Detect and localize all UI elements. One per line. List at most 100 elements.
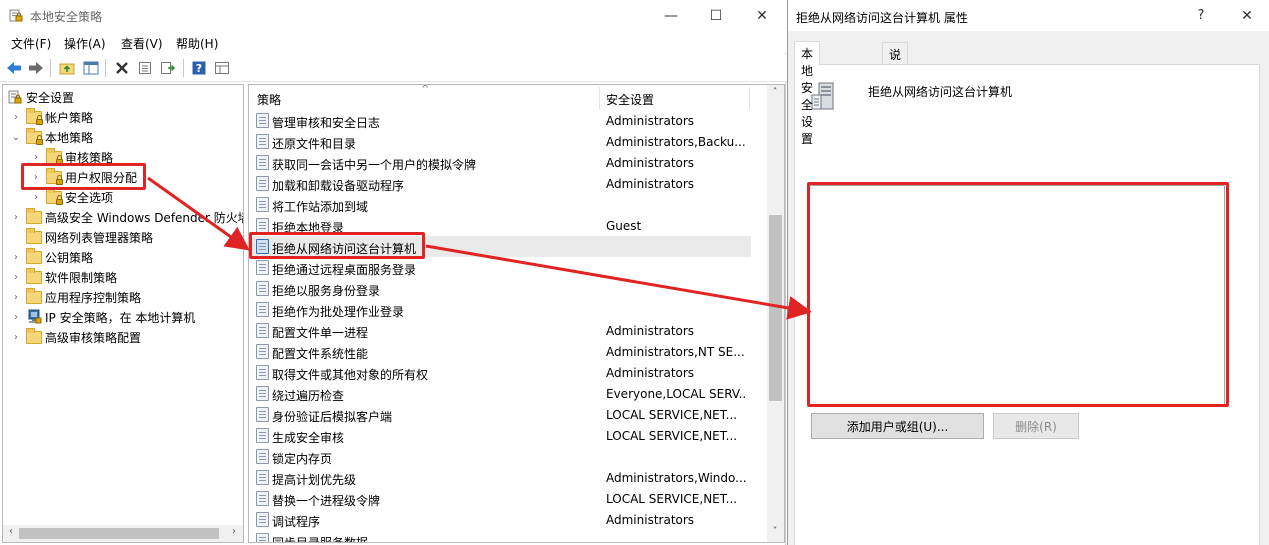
local-security-policy-app-icon	[9, 9, 23, 22]
column-separator[interactable]	[749, 87, 750, 109]
help-button[interactable]: ?	[189, 58, 209, 78]
policy-row[interactable]: 配置文件系统性能 Administrators,NT SE...	[249, 341, 751, 362]
users-groups-list[interactable]	[809, 185, 1225, 406]
policy-security-setting: LOCAL SERVICE,NET...	[606, 429, 738, 443]
menu-action[interactable]: 操作(A)	[64, 35, 106, 52]
policy-icon	[256, 407, 269, 422]
maximize-icon: ☐	[709, 7, 723, 24]
dialog-close-button[interactable]: ✕	[1224, 0, 1269, 31]
view-button[interactable]	[212, 58, 232, 78]
export-list-button[interactable]	[158, 58, 178, 78]
tree-item[interactable]: › 软件限制策略	[10, 267, 117, 287]
policy-icon	[256, 365, 269, 380]
tree-item[interactable]: › IP 安全策略，在 本地计算机	[10, 307, 195, 327]
policy-name: 配置文件系统性能	[272, 347, 369, 361]
policy-row[interactable]: 获取同一会话中另一个用户的模拟令牌 Administrators	[249, 152, 751, 173]
remove-button[interactable]: 删除(R)	[993, 413, 1079, 439]
policy-icon	[256, 113, 269, 128]
policy-row[interactable]: 还原文件和目录 Administrators,Backu...	[249, 131, 751, 152]
policy-row[interactable]: 身份验证后模拟客户端 LOCAL SERVICE,NET...	[249, 404, 751, 425]
policy-row[interactable]: 调试程序 Administrators	[249, 509, 751, 530]
up-folder-button[interactable]	[57, 58, 77, 78]
tree-item[interactable]: › 帐户策略	[10, 107, 93, 127]
tree-item[interactable]: › 用户权限分配	[30, 167, 137, 187]
policy-security-setting: Administrators	[606, 114, 695, 128]
scrollbar-thumb[interactable]	[19, 528, 219, 539]
tree-item[interactable]: ⌄ 本地策略	[10, 127, 93, 147]
tree-item-label: 安全选项	[65, 190, 114, 205]
tree-item[interactable]: › 高级安全 Windows Defender 防火墙	[10, 207, 243, 227]
forward-button[interactable]	[26, 58, 46, 78]
dialog-policy-name: 拒绝从网络访问这台计算机	[868, 85, 1013, 99]
scroll-up-icon[interactable]: ˄	[768, 87, 782, 101]
policy-security-setting: Administrators,NT SE...	[606, 345, 745, 359]
delete-button[interactable]	[112, 58, 132, 78]
expand-chevron-icon[interactable]: ›	[10, 331, 22, 343]
tree-item[interactable]: › 安全选项	[30, 187, 113, 207]
policy-security-setting: Administrators,Backu...	[606, 135, 746, 149]
dialog-help-button[interactable]: ?	[1178, 0, 1224, 31]
expand-chevron-icon[interactable]: ›	[10, 111, 22, 123]
policy-row[interactable]: 将工作站添加到域	[249, 194, 751, 215]
tree-item-label: 安全设置	[26, 90, 75, 105]
expand-chevron-icon[interactable]: ›	[30, 171, 42, 183]
column-separator[interactable]	[599, 87, 600, 109]
policy-row[interactable]: 生成安全审核 LOCAL SERVICE,NET...	[249, 425, 751, 446]
policy-row[interactable]: 加载和卸载设备驱动程序 Administrators	[249, 173, 751, 194]
list-vertical-scrollbar[interactable]: ˄ ˅	[767, 85, 784, 542]
scrollbar-thumb[interactable]	[769, 215, 782, 401]
close-button[interactable]: ✕	[739, 0, 785, 31]
minimize-button[interactable]: —	[648, 0, 694, 31]
policy-row[interactable]: 替换一个进程级令牌 LOCAL SERVICE,NET...	[249, 488, 751, 509]
menu-view[interactable]: 查看(V)	[121, 35, 163, 52]
policy-row[interactable]: 拒绝本地登录 Guest	[249, 215, 751, 236]
close-icon: ✕	[756, 7, 768, 24]
tree-item[interactable]: › 高级审核策略配置	[10, 327, 141, 347]
tree-item[interactable]: 网络列表管理器策略	[10, 227, 153, 247]
policy-row[interactable]: 拒绝通过远程桌面服务登录	[249, 257, 751, 278]
expand-chevron-icon[interactable]: ›	[10, 211, 22, 223]
tree-item[interactable]: 安全设置	[7, 87, 74, 107]
expand-chevron-icon[interactable]: ›	[10, 271, 22, 283]
policy-name: 锁定内存页	[272, 452, 333, 466]
column-header-setting[interactable]: 安全设置	[606, 91, 654, 108]
scroll-right-icon[interactable]: ›	[227, 526, 241, 540]
menu-help[interactable]: 帮助(H)	[176, 35, 218, 52]
add-user-or-group-button[interactable]: 添加用户或组(U)...	[811, 413, 984, 439]
policy-row[interactable]: 配置文件单一进程 Administrators	[249, 320, 751, 341]
tree-horizontal-scrollbar[interactable]: ‹ ›	[3, 525, 243, 542]
tab-explain[interactable]: 说明	[882, 42, 909, 79]
policy-row[interactable]: 绕过遍历检查 Everyone,LOCAL SERV...	[249, 383, 751, 404]
policy-row[interactable]: 提高计划优先级 Administrators,Windo...	[249, 467, 751, 488]
tree-item[interactable]: › 审核策略	[30, 147, 113, 167]
menu-file[interactable]: 文件(F)	[11, 35, 51, 52]
expand-chevron-icon[interactable]: ›	[10, 251, 22, 263]
maximize-button[interactable]: ☐	[693, 0, 739, 31]
policy-row[interactable]: 管理审核和安全日志 Administrators	[249, 110, 751, 131]
properties-button[interactable]	[135, 58, 155, 78]
folder-lock-icon	[26, 128, 43, 145]
scroll-down-icon[interactable]: ˅	[768, 526, 782, 540]
security-settings-icon	[7, 89, 23, 105]
column-header-policy[interactable]: 策略	[257, 91, 281, 108]
back-button[interactable]	[4, 58, 24, 78]
policy-icon	[256, 344, 269, 359]
tree-item[interactable]: › 应用程序控制策略	[10, 287, 141, 307]
collapse-chevron-icon[interactable]: ⌄	[10, 131, 22, 143]
policy-row[interactable]: 锁定内存页	[249, 446, 751, 467]
expand-chevron-icon[interactable]: ›	[30, 191, 42, 203]
policy-row[interactable]: 取得文件或其他对象的所有权 Administrators	[249, 362, 751, 383]
policy-icon	[256, 155, 269, 170]
tab-local-security-setting[interactable]: 本地安全设置	[794, 41, 821, 146]
policy-row[interactable]: 拒绝以服务身份登录	[249, 278, 751, 299]
tree-item[interactable]: › 公钥策略	[10, 247, 93, 267]
expand-chevron-icon[interactable]: ›	[10, 311, 22, 323]
policy-row[interactable]: 同步目录服务数据	[249, 530, 751, 542]
scroll-left-icon[interactable]: ‹	[4, 526, 18, 540]
expand-chevron-icon[interactable]: ›	[30, 151, 42, 163]
show-hide-tree-button[interactable]	[81, 58, 101, 78]
expand-chevron-icon[interactable]: ›	[10, 291, 22, 303]
policy-list-pane: 策略 ^ 安全设置 管理审核和安全日志 Administrators 还原文件和目录…	[248, 84, 785, 543]
policy-row[interactable]: 拒绝从网络访问这台计算机	[249, 236, 751, 257]
policy-row[interactable]: 拒绝作为批处理作业登录	[249, 299, 751, 320]
